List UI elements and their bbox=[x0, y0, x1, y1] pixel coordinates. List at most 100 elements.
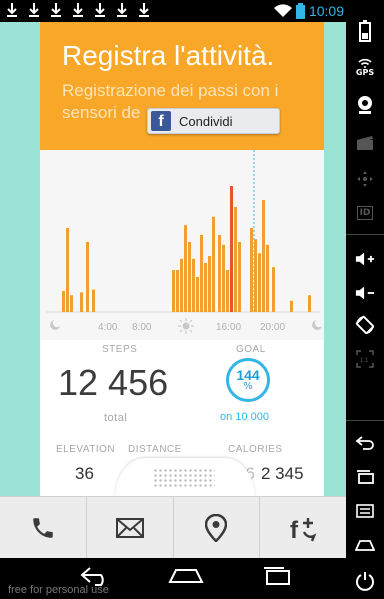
calories-label: CALORIES bbox=[228, 444, 283, 455]
action-bar: f bbox=[0, 496, 346, 558]
side-divider bbox=[346, 234, 384, 235]
app-content: Registra l'attività. Registrazione dei p… bbox=[0, 22, 346, 496]
moon-icon bbox=[50, 320, 60, 330]
id-label: ID bbox=[356, 206, 374, 220]
emulator-recent-button[interactable] bbox=[355, 466, 375, 488]
emulator-side-panel: GPS ID 1:1 bbox=[346, 0, 384, 599]
steps-chart[interactable]: 4:00 8:00 16:00 20:00 bbox=[40, 150, 324, 340]
chart-bar bbox=[62, 291, 65, 312]
webcam-icon bbox=[358, 96, 372, 114]
volume-up-icon bbox=[355, 252, 375, 266]
elevation-value: 36 bbox=[75, 464, 94, 483]
emulator-back-button[interactable] bbox=[355, 432, 375, 454]
activity-card: Registra l'attività. Registrazione dei p… bbox=[40, 22, 324, 496]
chart-bars bbox=[62, 186, 311, 312]
recent-apps-icon[interactable] bbox=[262, 566, 292, 586]
goal-percent-unit: % bbox=[243, 381, 253, 392]
moon-icon bbox=[312, 320, 322, 330]
location-button[interactable] bbox=[174, 497, 261, 558]
emulator-home-button[interactable] bbox=[355, 534, 375, 556]
home-icon bbox=[355, 540, 375, 551]
gps-control[interactable]: GPS bbox=[355, 56, 375, 78]
chart-bar bbox=[218, 235, 221, 312]
grip-dots bbox=[153, 468, 215, 488]
chart-bar bbox=[226, 270, 229, 312]
svg-text:f: f bbox=[290, 517, 299, 542]
goal-label: GOAL bbox=[236, 344, 266, 355]
rotate-button[interactable] bbox=[355, 314, 375, 336]
chart-bar bbox=[234, 207, 237, 312]
elevation-label: ELEVATION bbox=[56, 444, 116, 455]
distance-label: DISTANCE bbox=[128, 444, 182, 455]
zoom-icon: 1:1 bbox=[356, 350, 374, 368]
chart-bar bbox=[250, 228, 253, 312]
chart-bar bbox=[66, 228, 69, 312]
hero-subtitle-start: sensori de bbox=[62, 103, 141, 122]
home-icon[interactable] bbox=[168, 566, 204, 586]
chart-bar bbox=[192, 258, 195, 312]
zoom-control: 1:1 bbox=[355, 348, 375, 370]
chart-bar bbox=[204, 263, 207, 312]
camera-control[interactable] bbox=[355, 94, 375, 116]
x-tick-label: 4:00 bbox=[98, 322, 118, 333]
power-button[interactable] bbox=[355, 570, 375, 592]
download-icon bbox=[139, 3, 149, 17]
battery-icon bbox=[295, 3, 305, 19]
facebook-add-icon: f bbox=[290, 517, 317, 542]
facebook-share-button[interactable]: f Condividi bbox=[147, 108, 280, 134]
goal-progress-ring: 144 % bbox=[226, 358, 270, 402]
dpad-control bbox=[355, 168, 375, 190]
chart-bar bbox=[86, 242, 89, 312]
chart-bar bbox=[254, 239, 257, 312]
facebook-add-button[interactable]: f bbox=[260, 497, 346, 558]
chart-bar bbox=[184, 225, 187, 312]
emulator-menu-button[interactable] bbox=[355, 500, 375, 522]
sun-icon bbox=[178, 318, 194, 334]
id-control: ID bbox=[355, 202, 375, 224]
back-icon[interactable] bbox=[78, 566, 112, 586]
hero-subtitle-line1: Registrazione dei passi con i bbox=[62, 81, 279, 100]
download-icon bbox=[29, 3, 39, 17]
chart-bar bbox=[238, 242, 241, 312]
x-tick-label: 8:00 bbox=[132, 322, 152, 333]
chart-bar bbox=[262, 200, 265, 312]
drawer-handle[interactable] bbox=[115, 458, 255, 496]
x-tick-label: 16:00 bbox=[216, 322, 241, 333]
chart-bar bbox=[208, 256, 211, 312]
battery-control[interactable] bbox=[355, 20, 375, 42]
rotate-icon bbox=[355, 315, 375, 335]
chart-bar bbox=[176, 270, 179, 312]
download-icon bbox=[7, 3, 17, 17]
watermark: free for personal use bbox=[8, 584, 109, 596]
status-bar: 10:09 bbox=[0, 0, 346, 22]
chart-bar bbox=[80, 292, 83, 312]
steps-bar-chart: 4:00 8:00 16:00 20:00 bbox=[46, 150, 322, 334]
volume-up-button[interactable] bbox=[355, 248, 375, 270]
facebook-icon: f bbox=[151, 111, 171, 131]
chart-bar bbox=[290, 300, 293, 312]
chart-bar bbox=[212, 216, 215, 312]
message-button[interactable] bbox=[87, 497, 174, 558]
stats-panel: STEPS GOAL 12 456 total 144 % on 10 000 … bbox=[40, 340, 324, 496]
menu-icon bbox=[356, 504, 374, 518]
clapperboard-icon bbox=[357, 136, 373, 150]
chart-bar bbox=[172, 270, 175, 312]
wifi-icon bbox=[273, 4, 292, 18]
chart-bar bbox=[180, 258, 183, 312]
download-icon bbox=[117, 3, 127, 17]
chart-bar bbox=[266, 244, 269, 312]
hero-title: Registra l'attività. bbox=[62, 40, 275, 71]
status-time: 10:09 bbox=[308, 3, 344, 19]
call-button[interactable] bbox=[0, 497, 87, 558]
gps-label: GPS bbox=[355, 67, 375, 77]
phone-icon bbox=[33, 517, 53, 538]
screencast-control bbox=[355, 132, 375, 154]
chart-bar bbox=[200, 235, 203, 312]
goal-target: on 10 000 bbox=[220, 411, 269, 423]
chart-bar bbox=[222, 244, 225, 312]
back-icon bbox=[355, 436, 374, 450]
battery-icon bbox=[359, 20, 371, 42]
volume-down-icon bbox=[355, 286, 375, 300]
hero-banner: Registra l'attività. Registrazione dei p… bbox=[40, 22, 324, 150]
volume-down-button[interactable] bbox=[355, 282, 375, 304]
